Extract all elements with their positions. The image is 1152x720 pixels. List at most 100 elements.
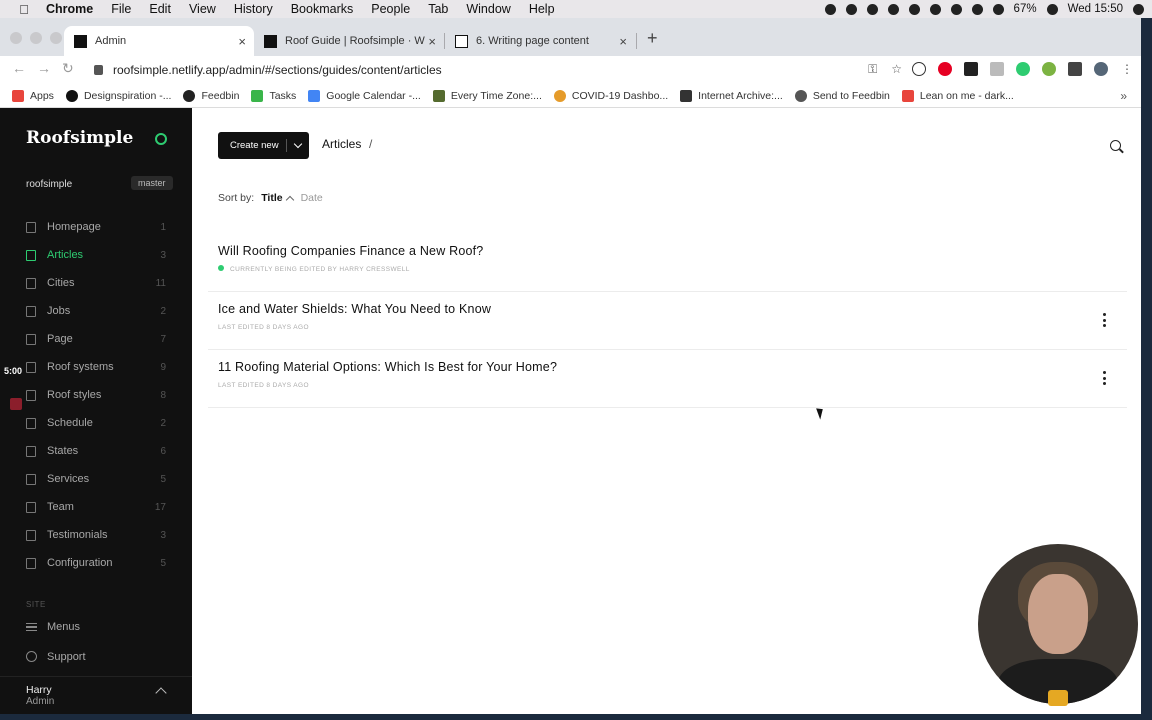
clipboard-ext-icon[interactable]	[990, 62, 1004, 76]
new-tab-plus-icon[interactable]: +	[647, 28, 658, 49]
back-arrow-icon[interactable]: ←	[12, 60, 26, 76]
calendar-icon[interactable]	[971, 3, 983, 15]
bookmark-send-to-feedbin[interactable]: Send to Feedbin	[794, 89, 890, 102]
sidebar-item-team[interactable]: Team 17	[0, 493, 192, 521]
article-meta: Last edited 8 days ago	[218, 324, 309, 331]
close-icon[interactable]: ×	[238, 34, 246, 49]
tab-writing-page-content[interactable]: 6. Writing page content ×	[445, 26, 635, 56]
screen-icon[interactable]	[908, 3, 920, 15]
menubar-clock[interactable]: Wed 15:50	[1068, 3, 1123, 15]
chevron-up-icon[interactable]	[155, 687, 167, 699]
gift-icon[interactable]	[1048, 690, 1068, 706]
control-center-icon[interactable]	[1133, 3, 1144, 15]
profile-avatar-icon[interactable]	[1094, 62, 1108, 76]
volume-icon[interactable]	[992, 3, 1004, 15]
tab-admin[interactable]: Admin ×	[64, 26, 254, 56]
sidebar-item-configuration[interactable]: Configuration 5	[0, 549, 192, 577]
green-circle-ext-icon[interactable]	[1042, 62, 1056, 76]
sidebar-item-services[interactable]: Services 5	[0, 465, 192, 493]
article-title[interactable]: 11 Roofing Material Options: Which Is Be…	[218, 360, 557, 374]
sidebar-item-articles[interactable]: Articles 3	[0, 241, 192, 269]
bookmark-covid-dashboard[interactable]: COVID-19 Dashbo...	[553, 89, 668, 102]
sidebar-item-page[interactable]: Page 7	[0, 325, 192, 353]
bookmark-feedbin[interactable]: Feedbin	[183, 89, 239, 102]
menu-bookmarks[interactable]: Bookmarks	[291, 2, 354, 16]
close-window-button[interactable]	[10, 32, 22, 44]
sidebar-item-schedule[interactable]: Schedule 2	[0, 409, 192, 437]
cloud-icon[interactable]	[845, 3, 857, 15]
sort-by-date[interactable]: Date	[301, 192, 323, 204]
sort-by-title[interactable]: Title	[261, 192, 282, 204]
more-vertical-icon[interactable]: ⋮	[1120, 62, 1134, 76]
menu-edit[interactable]: Edit	[149, 2, 171, 16]
sidebar-item-testimonials[interactable]: Testimonials 3	[0, 521, 192, 549]
pinterest-ext-icon[interactable]	[938, 62, 952, 76]
bluetooth-icon[interactable]	[929, 3, 941, 15]
section-label-site: SITE	[26, 600, 46, 609]
1password-icon[interactable]	[887, 3, 899, 15]
bookmark-tasks[interactable]: Tasks	[251, 89, 296, 102]
menu-file[interactable]: File	[111, 2, 131, 16]
list-item[interactable]: Will Roofing Companies Finance a New Roo…	[208, 234, 1127, 292]
sidebar-item-states[interactable]: States 6	[0, 437, 192, 465]
sidebar-item-roof-systems[interactable]: Roof systems 9	[0, 353, 192, 381]
close-icon[interactable]: ×	[619, 34, 627, 49]
notion-ext-icon[interactable]	[964, 62, 978, 76]
lock-icon[interactable]	[94, 65, 103, 75]
sidebar-item-cities[interactable]: Cities 11	[0, 269, 192, 297]
sidebar-item-menus[interactable]: Menus	[0, 613, 192, 641]
branch-badge[interactable]: master	[131, 176, 173, 190]
menu-app-chrome[interactable]: Chrome	[46, 2, 93, 16]
search-icon[interactable]	[1110, 140, 1121, 151]
address-bar[interactable]: roofsimple.netlify.app/admin/#/sections/…	[86, 58, 902, 82]
menu-window[interactable]: Window	[466, 2, 510, 16]
article-title[interactable]: Ice and Water Shields: What You Need to …	[218, 302, 491, 316]
menu-view[interactable]: View	[189, 2, 216, 16]
url-text[interactable]: roofsimple.netlify.app/admin/#/sections/…	[113, 63, 442, 77]
wifi-icon[interactable]	[1046, 3, 1058, 15]
more-vertical-icon[interactable]	[1103, 313, 1106, 327]
breadcrumb[interactable]: Articles	[322, 137, 361, 151]
bookmarks-overflow-icon[interactable]: »	[1120, 89, 1127, 103]
battery-percent[interactable]: 67%	[1014, 3, 1037, 15]
site-logo[interactable]: Roofsimple	[26, 128, 133, 148]
chevron-up-icon[interactable]	[285, 195, 294, 204]
1password-ext-icon[interactable]	[912, 62, 926, 76]
close-icon[interactable]: ×	[428, 34, 436, 49]
article-title[interactable]: Will Roofing Companies Finance a New Roo…	[218, 244, 483, 258]
zoom-window-button[interactable]	[50, 32, 62, 44]
bookmark-designspiration[interactable]: Designspiration -...	[65, 89, 171, 102]
list-item[interactable]: Ice and Water Shields: What You Need to …	[208, 292, 1127, 350]
menu-help[interactable]: Help	[529, 2, 555, 16]
minimize-window-button[interactable]	[30, 32, 42, 44]
bookmark-every-time-zone[interactable]: Every Time Zone:...	[432, 89, 542, 102]
record-stop-icon[interactable]	[10, 398, 22, 410]
menu-tab[interactable]: Tab	[428, 2, 448, 16]
dropbox-icon[interactable]	[824, 3, 836, 15]
chevron-down-icon[interactable]	[293, 139, 303, 149]
sidebar-item-roof-styles[interactable]: Roof styles 8	[0, 381, 192, 409]
reload-icon[interactable]: ↻	[62, 60, 74, 77]
star-icon[interactable]: ☆	[891, 62, 902, 77]
sidebar-item-support[interactable]: Support	[0, 643, 192, 671]
key-icon[interactable]: ⚿	[868, 62, 877, 77]
grammarly-ext-icon[interactable]	[1016, 62, 1030, 76]
gear-icon[interactable]	[866, 3, 878, 15]
bookmark-lean-on-me[interactable]: Lean on me - dark...	[901, 89, 1014, 102]
puzzle-ext-icon[interactable]	[1068, 62, 1082, 76]
bookmark-google-calendar[interactable]: Google Calendar -...	[308, 89, 421, 102]
create-new-button[interactable]: Create new	[218, 132, 309, 159]
apple-icon[interactable]: 	[16, 2, 32, 17]
menu-people[interactable]: People	[371, 2, 410, 16]
menu-history[interactable]: History	[234, 2, 273, 16]
forward-arrow-icon[interactable]: →	[37, 60, 51, 76]
sidebar-item-homepage[interactable]: Homepage 1	[0, 213, 192, 241]
sidebar-item-jobs[interactable]: Jobs 2	[0, 297, 192, 325]
bookmark-apps[interactable]: Apps	[12, 89, 54, 102]
tab-roof-guide[interactable]: Roof Guide | Roofsimple · We a ×	[254, 26, 444, 56]
bookmark-internet-archive[interactable]: Internet Archive:...	[680, 89, 783, 102]
more-vertical-icon[interactable]	[1103, 371, 1106, 385]
user-menu[interactable]: Harry Admin	[0, 676, 192, 714]
list-item[interactable]: 11 Roofing Material Options: Which Is Be…	[208, 350, 1127, 408]
search-icon[interactable]	[950, 3, 962, 15]
